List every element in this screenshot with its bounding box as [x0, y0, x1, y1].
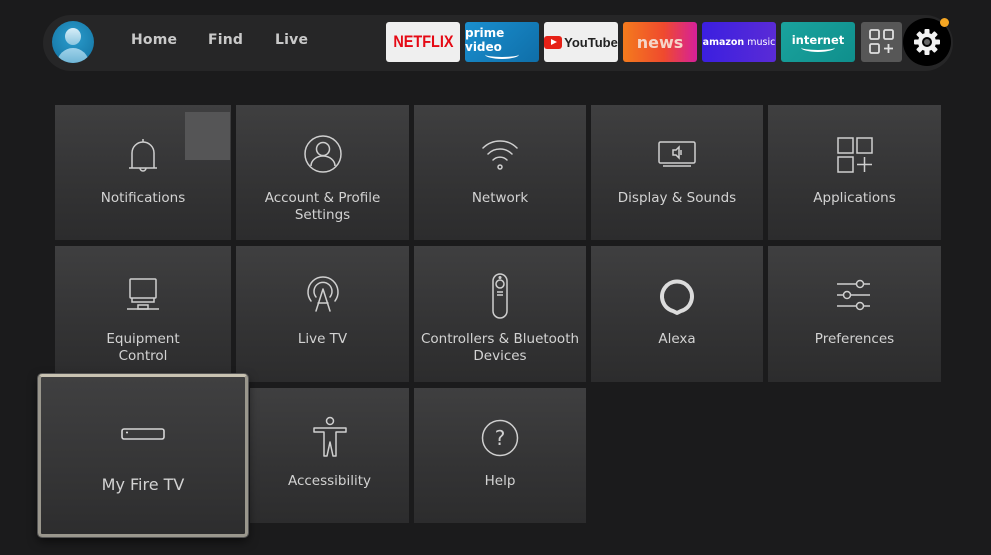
nav-live[interactable]: Live	[275, 32, 308, 48]
bell-icon	[129, 139, 157, 172]
amazon-music-logo-bold: amazon	[702, 36, 745, 48]
tile-label: Applications	[813, 190, 896, 206]
tile-label: Preferences	[814, 331, 895, 347]
tile-display-sounds[interactable]: Display & Sounds	[591, 105, 763, 240]
tile-label: Notifications	[100, 190, 186, 206]
nav-find[interactable]: Find	[208, 32, 243, 48]
nav-home[interactable]: Home	[131, 32, 177, 48]
tile-network[interactable]: Network	[414, 105, 586, 240]
settings-notification-dot	[940, 18, 949, 27]
tile-my-fire-tv[interactable]: My Fire TV	[38, 374, 248, 537]
tile-label-line1: Equipment	[106, 331, 180, 347]
app-news[interactable]: news	[623, 22, 697, 62]
tile-equipment-control[interactable]: Equipment Control	[55, 246, 231, 382]
tile-label-line1: Controllers & Bluetooth	[420, 331, 580, 347]
tile-applications[interactable]: Applications	[768, 105, 941, 240]
accessibility-person-icon	[312, 416, 347, 457]
tile-label-line2: Devices	[473, 348, 527, 364]
tile-label: Help	[484, 473, 516, 489]
tile-alexa[interactable]: Alexa	[591, 246, 763, 382]
fire-tv-stick-icon	[121, 428, 165, 440]
news-logo-text: news	[636, 32, 684, 52]
tile-label: Alexa	[658, 331, 696, 347]
app-youtube[interactable]: YouTube	[544, 22, 618, 62]
tile-label: Display & Sounds	[617, 190, 737, 206]
tile-label: My Fire TV	[101, 475, 185, 494]
alexa-ring-icon	[660, 279, 694, 315]
tile-preferences[interactable]: Preferences	[768, 246, 941, 382]
sliders-icon	[836, 279, 870, 311]
tile-live-tv[interactable]: Live TV	[236, 246, 409, 382]
app-netflix[interactable]: NETFLIX	[386, 22, 460, 62]
tile-label-line2: Settings	[294, 207, 351, 223]
remote-icon	[492, 273, 508, 319]
svg-text:?: ?	[495, 426, 506, 450]
youtube-logo-text: YouTube	[564, 34, 618, 50]
tile-label: Network	[471, 190, 529, 206]
notification-placeholder	[185, 112, 230, 160]
gear-icon	[914, 29, 940, 55]
tile-label: Accessibility	[287, 473, 372, 489]
help-circle-icon: ?	[481, 419, 519, 457]
tile-label-line1: Account & Profile	[264, 190, 381, 206]
all-apps-button[interactable]	[861, 22, 902, 62]
profile-avatar-icon[interactable]	[52, 21, 94, 63]
amazon-smile-icon	[801, 43, 835, 52]
user-circle-icon	[303, 135, 342, 173]
wifi-icon	[482, 140, 518, 170]
tile-label-line2: Control	[118, 348, 168, 364]
apps-grid-plus-icon	[869, 29, 894, 54]
app-prime-video[interactable]: prime video	[465, 22, 539, 62]
tile-controllers-bluetooth[interactable]: Controllers & Bluetooth Devices	[414, 246, 586, 382]
app-internet[interactable]: internet	[781, 22, 855, 62]
tile-help[interactable]: ? Help	[414, 388, 586, 523]
tile-account-profile-settings[interactable]: Account & Profile Settings	[236, 105, 409, 240]
amazon-music-logo-text: music	[747, 36, 776, 48]
tv-equipment-icon	[127, 278, 159, 310]
tile-label: Live TV	[297, 331, 348, 347]
amazon-smile-icon	[485, 50, 519, 59]
app-amazon-music[interactable]: amazon music	[702, 22, 776, 62]
apps-icon	[836, 137, 873, 173]
youtube-play-icon	[544, 35, 563, 49]
tile-accessibility[interactable]: Accessibility	[250, 388, 409, 523]
netflix-logo-text: NETFLIX	[392, 32, 454, 51]
antenna-icon	[306, 276, 339, 312]
tv-speaker-icon	[658, 141, 696, 167]
